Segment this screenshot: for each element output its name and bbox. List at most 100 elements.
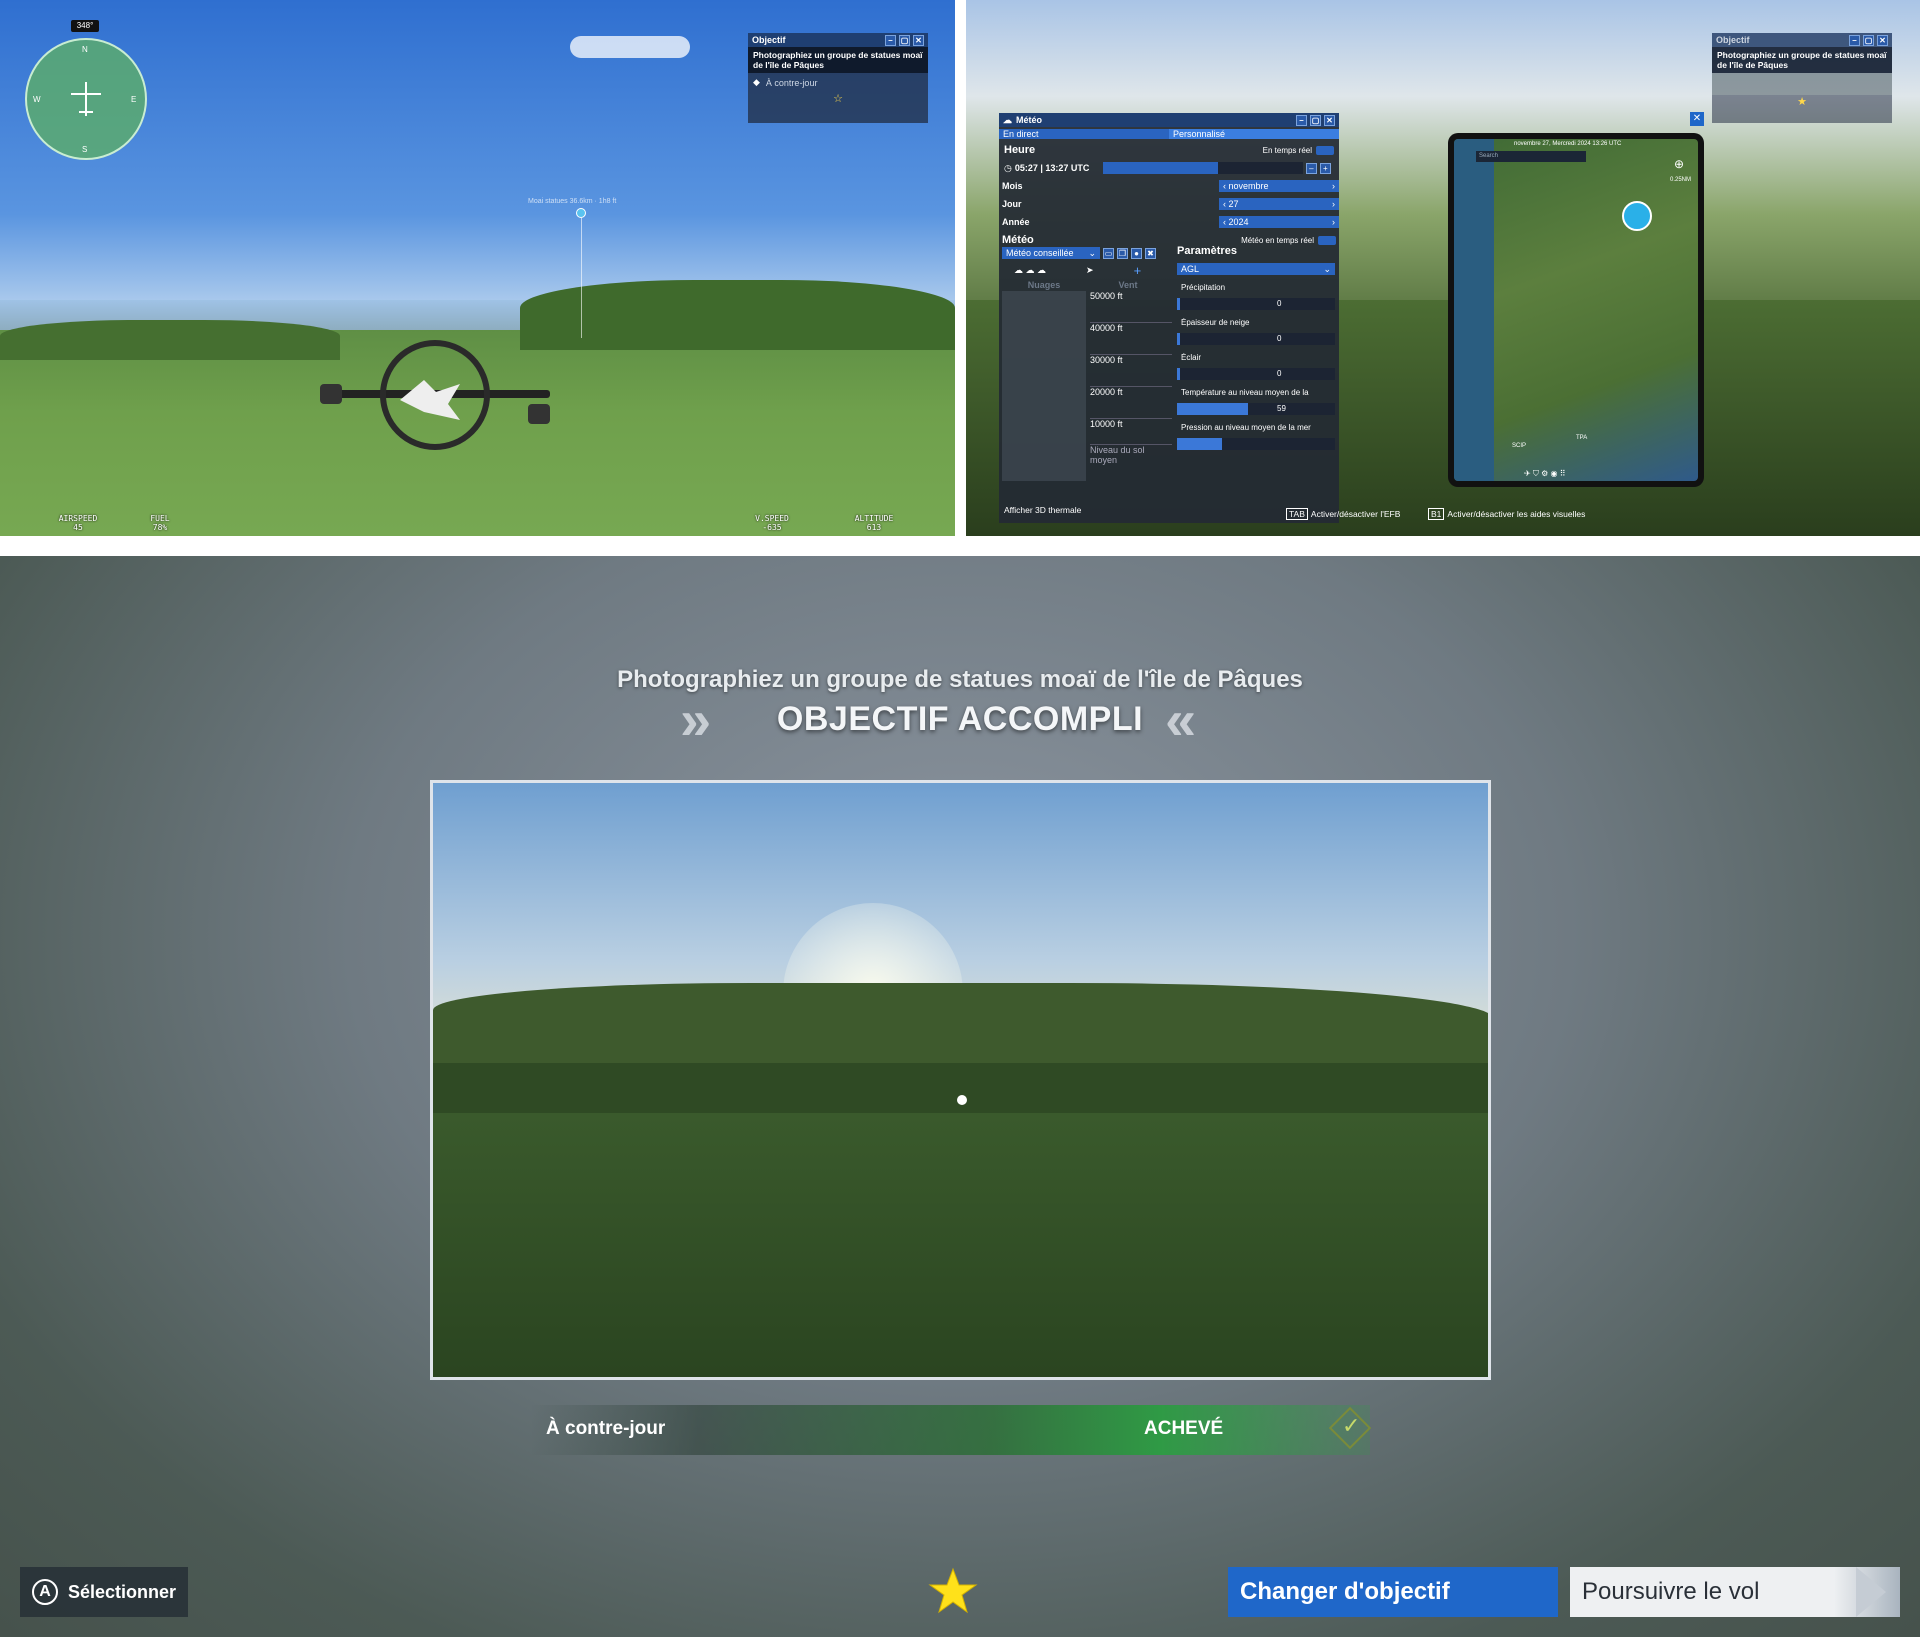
efb-tablet[interactable]: novembre 27, Mercredi 2024 13:26 UTC Sea… xyxy=(1448,133,1704,487)
add-layer-button[interactable]: + xyxy=(1134,263,1142,278)
params-title: Paramètres xyxy=(1177,245,1237,257)
hint-efb: TAB Activer/désactiver l'EFB xyxy=(1286,508,1400,520)
hint-visual-aids: B1 Activer/désactiver les aides visuelle… xyxy=(1428,508,1585,520)
parameters-list: Précipitation 0 Épaisseur de neige 0 Éclair 0… xyxy=(1177,283,1335,450)
parameter-slider[interactable]: 0 xyxy=(1177,298,1335,310)
chevron-left-decor-icon: « xyxy=(1165,688,1197,751)
window-title: Météo xyxy=(1016,115,1043,125)
meteo-realtime-label: Météo en temps réel xyxy=(1241,235,1314,245)
objective-window[interactable]: Objectif – ▢ ✕ Photographiez un groupe d… xyxy=(748,33,928,123)
parameter-label: Température au niveau moyen de la xyxy=(1181,388,1309,397)
copy-icon[interactable]: ❐ xyxy=(1117,247,1128,259)
realtime-label: En temps réel xyxy=(1262,145,1312,155)
heure-title: Heure xyxy=(1004,144,1036,156)
weather-preset-select[interactable]: Météo conseillée ⌄ xyxy=(1002,247,1100,259)
meteo-realtime-toggle[interactable] xyxy=(1318,235,1336,245)
undock-button[interactable]: ▢ xyxy=(1310,114,1321,126)
objective-item[interactable] xyxy=(1712,73,1892,95)
weather-window[interactable]: ☁ Météo – ▢ ✕ En direct Personnalisé Heu… xyxy=(999,113,1339,523)
slider-fill xyxy=(1177,368,1180,380)
waypoint-marker-icon[interactable] xyxy=(576,208,586,218)
cloud-layer-icon[interactable]: ☁ ☁ ☁ xyxy=(1014,265,1046,276)
waypoint-line xyxy=(581,218,582,338)
undock-button[interactable]: ▢ xyxy=(899,34,910,46)
star-icon: ★ xyxy=(1797,96,1807,108)
undock-button[interactable]: ▢ xyxy=(1863,34,1874,46)
wind-layer-icon[interactable]: ➤ xyxy=(1086,265,1094,276)
chevron-right-icon: › xyxy=(1332,199,1335,209)
time-plus-button[interactable]: + xyxy=(1319,162,1331,174)
day-select[interactable]: ‹ 27 › xyxy=(1219,198,1339,210)
slider-fill xyxy=(1177,403,1248,415)
airspeed-readout: AIRSPEED 45 xyxy=(58,514,98,532)
chevron-left-icon: ‹ xyxy=(1223,181,1226,191)
svg-text:N: N xyxy=(82,45,88,54)
diamond-icon: ◆ xyxy=(753,77,760,87)
parameter-row[interactable]: Éclair 0 xyxy=(1177,353,1335,380)
year-label: Année xyxy=(1002,217,1030,227)
thermal-label[interactable]: Afficher 3D thermale xyxy=(1004,505,1081,515)
slider-fill xyxy=(1177,298,1180,310)
minimize-button[interactable]: – xyxy=(1849,34,1860,46)
panel-separator xyxy=(0,536,1920,556)
efb-search-input[interactable]: Search xyxy=(1476,151,1586,162)
tab-live[interactable]: En direct xyxy=(999,129,1169,139)
save-icon[interactable]: ▭ xyxy=(1103,247,1114,259)
efb-toolbar[interactable]: ✈ ⛉ ⚙ ◉ ⠿ xyxy=(1524,469,1654,479)
tab-key-icon: TAB xyxy=(1286,508,1308,520)
altitude-readout: ALTITUDE 613 xyxy=(854,514,894,532)
svg-text:E: E xyxy=(131,95,136,104)
chevron-left-icon: ‹ xyxy=(1223,217,1226,227)
aircraft-icon: N E S W xyxy=(33,45,136,154)
parameter-slider[interactable]: 0 xyxy=(1177,333,1335,345)
chevron-right-icon: › xyxy=(1332,181,1335,191)
airport-tpa[interactable]: TPA xyxy=(1576,435,1587,441)
agl-select[interactable]: AGL ⌄ xyxy=(1177,263,1335,275)
parameter-row[interactable]: Pression au niveau moyen de la mer xyxy=(1177,423,1335,450)
parameter-slider[interactable] xyxy=(1177,438,1335,450)
settings-icon[interactable]: ● xyxy=(1131,247,1142,259)
aircraft-position-icon xyxy=(1622,201,1652,231)
b1-key-icon: B1 xyxy=(1428,508,1445,520)
parameter-row[interactable]: Précipitation 0 xyxy=(1177,283,1335,310)
close-button[interactable]: ✕ xyxy=(913,34,924,46)
objective-status: ACHEVÉ xyxy=(1144,1418,1224,1439)
close-button[interactable]: ✕ xyxy=(1324,114,1335,126)
star-icon xyxy=(928,1566,978,1621)
select-label: Sélectionner xyxy=(68,1581,177,1602)
objective-window[interactable]: Objectif – ▢ ✕ Photographiez un groupe d… xyxy=(1712,33,1892,123)
tree-line-left xyxy=(0,320,340,360)
time-slider[interactable] xyxy=(1102,162,1303,174)
month-select[interactable]: ‹ novembre › xyxy=(1219,180,1339,192)
year-select[interactable]: ‹ 2024 › xyxy=(1219,216,1339,228)
heading-readout: 348° xyxy=(71,20,99,32)
cloud-layers-area[interactable] xyxy=(1002,291,1086,481)
clouds-header: Nuages xyxy=(1027,280,1061,290)
minimize-button[interactable]: – xyxy=(885,34,896,46)
change-objective-button[interactable]: Changer d'objectif xyxy=(1228,1567,1558,1617)
close-button[interactable]: ✕ xyxy=(1877,34,1888,46)
captured-photo xyxy=(430,780,1491,1380)
efb-map[interactable]: novembre 27, Mercredi 2024 13:26 UTC Sea… xyxy=(1454,139,1698,481)
objective-item[interactable]: ◆ À contre-jour xyxy=(748,73,928,92)
minimize-button[interactable]: – xyxy=(1296,114,1307,126)
airport-scip[interactable]: SCIP xyxy=(1512,443,1526,449)
parameter-row[interactable]: Épaisseur de neige 0 xyxy=(1177,318,1335,345)
parameter-slider[interactable]: 59 xyxy=(1177,403,1335,415)
chevron-left-icon: ‹ xyxy=(1223,199,1226,209)
tree-line xyxy=(520,280,955,350)
objective-description: Photographiez un groupe de statues moaï … xyxy=(1712,47,1892,73)
delete-icon[interactable]: ✖ xyxy=(1145,247,1156,259)
parameter-row[interactable]: Température au niveau moyen de la 59 xyxy=(1177,388,1335,415)
objective-item-label: À contre-jour xyxy=(546,1418,666,1439)
parameter-value: 59 xyxy=(1277,404,1286,413)
select-hint-button[interactable]: A Sélectionner xyxy=(20,1567,188,1617)
efb-close-button[interactable]: ✕ xyxy=(1690,112,1704,126)
continue-flight-button[interactable]: Poursuivre le vol xyxy=(1570,1567,1900,1617)
realtime-toggle[interactable] xyxy=(1316,145,1334,155)
slider-fill xyxy=(1177,438,1222,450)
tab-custom[interactable]: Personnalisé xyxy=(1169,129,1339,139)
parameter-slider[interactable]: 0 xyxy=(1177,368,1335,380)
time-minus-button[interactable]: – xyxy=(1305,162,1317,174)
efb-date: novembre 27, Mercredi 2024 13:26 UTC xyxy=(1514,141,1622,147)
